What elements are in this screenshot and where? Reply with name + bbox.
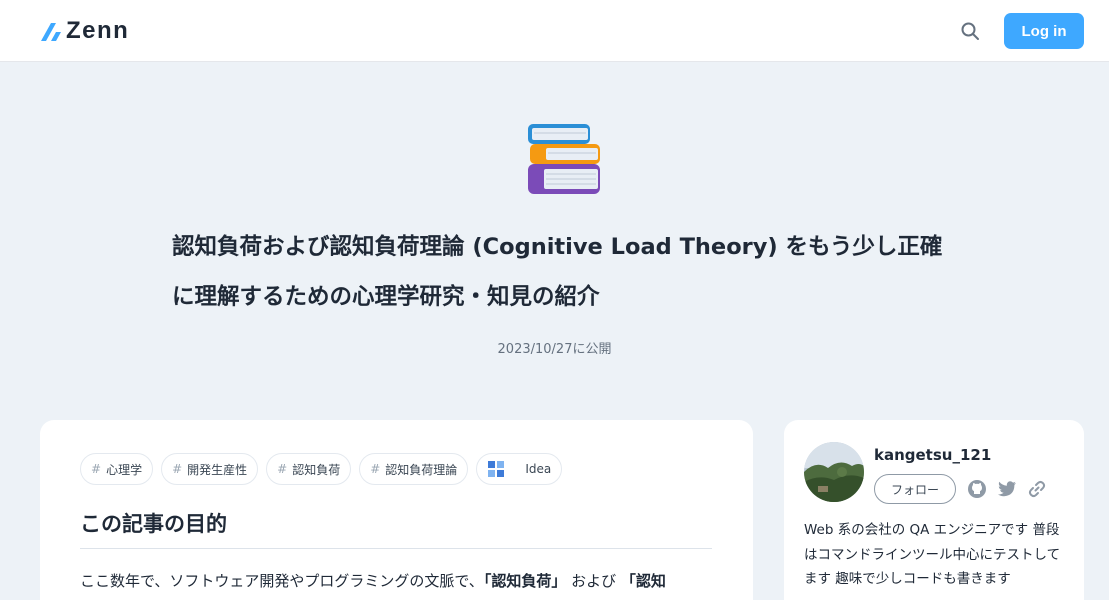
search-button[interactable] [956,17,984,45]
topic-label: 開発生産性 [187,462,248,477]
heading-divider [80,548,712,549]
twitter-link[interactable] [996,478,1018,500]
topic-label: Idea [525,462,552,476]
zenn-logo[interactable]: Zenn [40,17,130,44]
hash-icon: # [91,462,102,476]
topic-dev-productivity[interactable]: # 開発生産性 [161,453,259,485]
author-avatar[interactable] [804,442,864,502]
intro-bold-2: 「認知 [620,572,666,590]
topic-cognitive-load-theory[interactable]: # 認知負荷理論 [359,453,469,485]
topic-idea[interactable]: Idea [476,453,563,485]
article-title: 認知負荷および認知負荷理論 (Cognitive Load Theory) をも… [172,234,943,310]
author-name[interactable]: kangetsu_121 [874,446,991,464]
github-link[interactable] [966,478,988,500]
intro-text-1: ここ数年で、ソフトウェア開発やプログラミングの文脈で、 [80,572,484,590]
github-icon [968,480,986,498]
search-icon [961,22,979,40]
login-button[interactable]: Log in [1004,13,1084,49]
books-emoji [528,124,600,194]
topic-label: 認知負荷 [292,462,341,477]
topic-cognitive-load[interactable]: # 認知負荷 [266,453,352,485]
website-link[interactable] [1026,478,1048,500]
site-header: Zenn Log in [0,0,1109,62]
zenn-logo-icon [41,23,61,41]
twitter-icon [997,481,1016,497]
hash-icon: # [277,462,288,476]
topic-label: 心理学 [106,462,143,477]
article-intro: ここ数年で、ソフトウェア開発やプログラミングの文脈で、「認知負荷」 および 「認… [80,570,712,591]
section-heading: この記事の目的 [80,512,227,536]
idea-icon [488,461,505,477]
article-card: # 心理学 # 開発生産性 # 認知負荷 # 認知負荷理論 Idea この記事の… [40,420,753,600]
hash-icon: # [172,462,183,476]
author-bio: Web 系の会社の QA エンジニアです 普段はコマンドラインツール中心にテスト… [804,522,1061,587]
author-card: kangetsu_121 フォロー Web 系の会社の QA エンジニアです 普… [784,420,1084,600]
logo-text: Zenn [66,17,130,44]
link-icon [1028,480,1046,498]
topic-psychology[interactable]: # 心理学 [80,453,154,485]
follow-button[interactable]: フォロー [874,474,956,504]
hash-icon: # [370,462,381,476]
topic-label: 認知負荷理論 [385,462,458,477]
topic-list: # 心理学 # 開発生産性 # 認知負荷 # 認知負荷理論 Idea [80,453,563,485]
intro-bold-1: 「認知負荷」 [483,572,567,590]
published-date: 2023/10/27に公開 [497,342,612,357]
intro-text-2: および [566,572,621,590]
